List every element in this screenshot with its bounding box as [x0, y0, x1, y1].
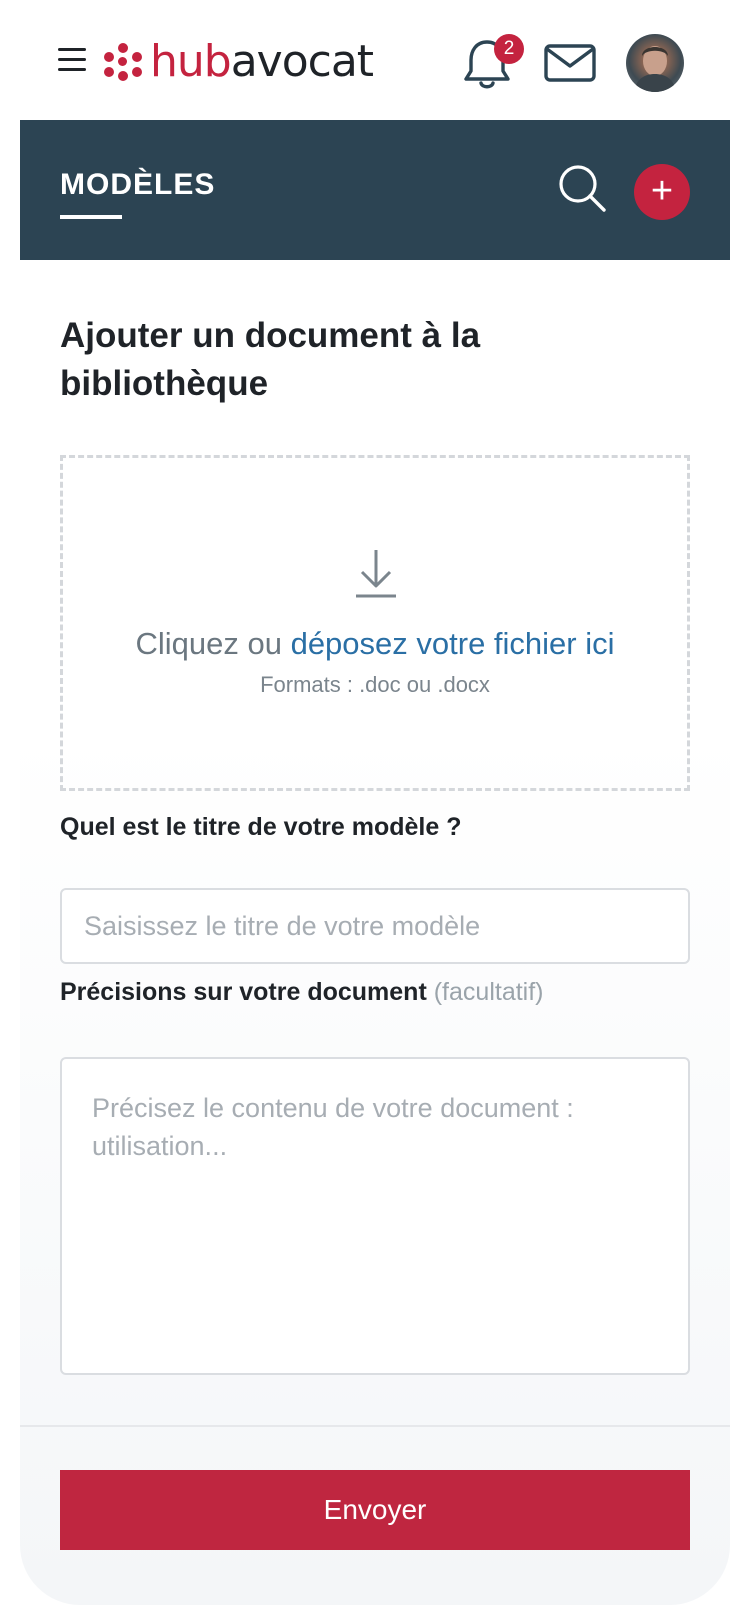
section-bar: MODÈLES +: [20, 120, 730, 260]
logo-text: hubavocat: [150, 36, 374, 87]
page-title: Ajouter un document à la bibliothèque: [60, 316, 481, 403]
plus-icon: +: [650, 170, 674, 212]
active-tab-indicator: [60, 215, 122, 219]
hamburger-menu-icon[interactable]: [58, 48, 86, 72]
details-label-text: Précisions sur votre document: [60, 978, 427, 1006]
details-field-label: Précisions sur votre document (facultati…: [60, 978, 544, 1007]
logo-mark-icon: [104, 43, 142, 81]
optional-hint: (facultatif): [433, 978, 544, 1006]
file-dropzone[interactable]: Cliquez ou déposez votre fichier ici For…: [60, 455, 690, 791]
user-avatar[interactable]: [626, 34, 684, 92]
mail-icon[interactable]: [544, 44, 596, 82]
title-input[interactable]: [60, 888, 690, 964]
dropzone-formats: Formats : .doc ou .docx: [260, 672, 490, 697]
title-field-label: Quel est le titre de votre modèle ?: [60, 813, 462, 841]
add-button[interactable]: +: [634, 164, 690, 220]
avatar-image: [634, 46, 676, 92]
download-icon: [356, 550, 396, 598]
notification-badge: 2: [494, 34, 524, 64]
details-textarea[interactable]: [60, 1057, 690, 1375]
dropzone-instruction: Cliquez ou déposez votre fichier ici: [63, 626, 687, 662]
divider: [20, 1425, 730, 1427]
dropzone-prefix: Cliquez ou: [135, 626, 291, 661]
submit-button[interactable]: Envoyer: [60, 1470, 690, 1550]
hubavocat-logo[interactable]: hubavocat: [104, 36, 374, 87]
top-header: hubavocat 2: [0, 0, 750, 120]
upload-form-card: Ajouter un document à la bibliothèque Cl…: [20, 260, 730, 1605]
search-icon[interactable]: [556, 162, 608, 214]
tab-modeles[interactable]: MODÈLES: [60, 168, 215, 202]
dropzone-link[interactable]: déposez votre fichier ici: [291, 626, 615, 661]
